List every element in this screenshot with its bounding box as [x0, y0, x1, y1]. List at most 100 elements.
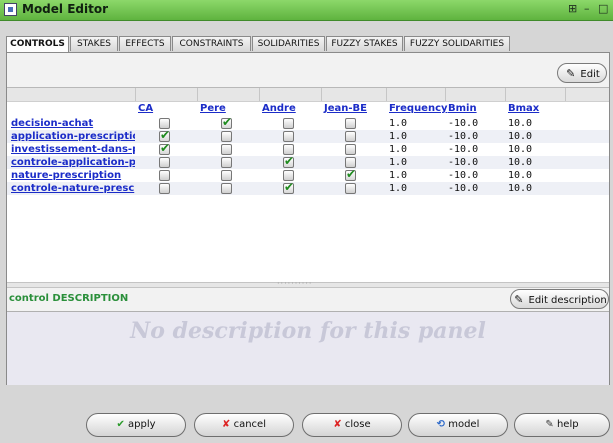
frequency-cell[interactable]: 1.0: [389, 169, 407, 182]
checkbox-pere[interactable]: [221, 183, 232, 194]
checkbox-andre[interactable]: [283, 131, 294, 142]
checkbox-jean-be[interactable]: [345, 183, 356, 194]
tab-effects[interactable]: EFFECTS: [119, 36, 171, 51]
checkbox-andre[interactable]: [283, 118, 294, 129]
col-divider: [321, 88, 322, 101]
apply-button[interactable]: ✔ apply: [86, 413, 186, 437]
edit-description-label: Edit description: [528, 295, 607, 306]
row-name-link[interactable]: application-prescription: [11, 130, 135, 143]
checkbox-ca[interactable]: [159, 183, 170, 194]
bmin-cell[interactable]: -10.0: [448, 169, 478, 182]
cross-icon: ✘: [222, 419, 231, 430]
frequency-cell[interactable]: 1.0: [389, 156, 407, 169]
controls-panel: ✎ Edit CA Pere Andre Jean-BE Frequency B…: [6, 52, 610, 385]
maximize-icon[interactable]: □: [598, 2, 608, 15]
table-row[interactable]: nature-prescription 1.0 -10.0 10.0: [7, 167, 609, 182]
col-divider: [259, 88, 260, 101]
bmin-cell[interactable]: -10.0: [448, 156, 478, 169]
col-header-frequency[interactable]: Frequency: [389, 103, 448, 114]
bmin-cell[interactable]: -10.0: [448, 143, 478, 156]
cross-icon: ✘: [333, 419, 342, 430]
frequency-cell[interactable]: 1.0: [389, 182, 407, 195]
col-header-jean-be[interactable]: Jean-BE: [324, 103, 367, 114]
table-row[interactable]: investissement-dans-pri 1.0 -10.0 10.0: [7, 141, 609, 156]
bmax-cell[interactable]: 10.0: [508, 182, 532, 195]
fullscreen-icon[interactable]: ⊞: [568, 2, 577, 15]
checkbox-pere[interactable]: [221, 170, 232, 181]
app-icon: [4, 3, 17, 16]
edit-button[interactable]: ✎ Edit: [557, 63, 607, 83]
checkbox-jean-be[interactable]: [345, 131, 356, 142]
checkbox-andre[interactable]: [283, 154, 294, 168]
col-header-ca[interactable]: CA: [138, 103, 153, 114]
checkbox-pere[interactable]: [221, 144, 232, 155]
col-header-bmin[interactable]: Bmin: [448, 103, 477, 114]
controls-table: CA Pere Andre Jean-BE Frequency Bmin Bma…: [7, 87, 609, 283]
checkbox-pere[interactable]: [221, 131, 232, 142]
checkbox-jean-be[interactable]: [345, 144, 356, 155]
description-placeholder: No description for this panel: [130, 318, 486, 344]
window-title: Model Editor: [22, 2, 109, 16]
checkbox-jean-be[interactable]: [345, 118, 356, 129]
tab-fuzzy-stakes[interactable]: FUZZY STAKES: [326, 36, 403, 51]
table-row[interactable]: controle-nature-presc 1.0 -10.0 10.0: [7, 180, 609, 195]
description-area[interactable]: No description for this panel: [7, 311, 609, 385]
col-divider: [505, 88, 506, 101]
checkbox-pere[interactable]: [221, 115, 232, 129]
table-row[interactable]: controle-application-pre 1.0 -10.0 10.0: [7, 154, 609, 169]
tab-constraints[interactable]: CONSTRAINTS: [172, 36, 251, 51]
action-bar: ✔ apply ✘ cancel ✘ close ⟲ model ✎ help: [0, 400, 613, 443]
tab-solidarities[interactable]: SOLIDARITIES: [252, 36, 325, 51]
col-header-pere[interactable]: Pere: [200, 103, 226, 114]
frequency-cell[interactable]: 1.0: [389, 130, 407, 143]
table-row[interactable]: decision-achat 1.0 -10.0 10.0: [7, 115, 609, 130]
col-header-bmax[interactable]: Bmax: [508, 103, 539, 114]
minimize-icon[interactable]: –: [584, 2, 590, 15]
bmin-cell[interactable]: -10.0: [448, 117, 478, 130]
edit-icon: ✎: [566, 67, 576, 80]
checkbox-jean-be[interactable]: [345, 167, 356, 181]
row-name-link[interactable]: investissement-dans-pri: [11, 143, 135, 156]
bmax-cell[interactable]: 10.0: [508, 169, 532, 182]
checkbox-ca[interactable]: [159, 141, 170, 155]
table-row[interactable]: application-prescription 1.0 -10.0 10.0: [7, 128, 609, 143]
frequency-cell[interactable]: 1.0: [389, 143, 407, 156]
bmax-cell[interactable]: 10.0: [508, 130, 532, 143]
panel-toolbar: ✎ Edit: [7, 53, 609, 87]
cancel-button[interactable]: ✘ cancel: [194, 413, 294, 437]
bmin-cell[interactable]: -10.0: [448, 182, 478, 195]
bmax-cell[interactable]: 10.0: [508, 117, 532, 130]
checkmark-icon: ✔: [116, 419, 125, 430]
row-name-link[interactable]: controle-nature-presc: [11, 182, 135, 195]
edit-icon: ✎: [514, 293, 524, 306]
bmin-cell[interactable]: -10.0: [448, 130, 478, 143]
checkbox-pere[interactable]: [221, 157, 232, 168]
checkbox-andre[interactable]: [283, 180, 294, 194]
splitter-grip-icon: ··········: [277, 279, 313, 288]
checkbox-ca[interactable]: [159, 157, 170, 168]
apply-button-label: apply: [128, 419, 156, 430]
close-button[interactable]: ✘ close: [302, 413, 402, 437]
col-divider: [135, 88, 136, 101]
tab-stakes[interactable]: STAKES: [70, 36, 118, 51]
row-name-link[interactable]: decision-achat: [11, 117, 135, 130]
bmax-cell[interactable]: 10.0: [508, 143, 532, 156]
edit-button-label: Edit: [580, 69, 600, 80]
row-name-link[interactable]: controle-application-pre: [11, 156, 135, 169]
bmax-cell[interactable]: 10.0: [508, 156, 532, 169]
cancel-button-label: cancel: [233, 419, 266, 430]
checkbox-ca[interactable]: [159, 170, 170, 181]
pencil-icon: ✎: [545, 419, 554, 430]
col-header-andre[interactable]: Andre: [262, 103, 296, 114]
close-button-label: close: [344, 419, 371, 430]
help-button[interactable]: ✎ help: [514, 413, 610, 437]
model-button[interactable]: ⟲ model: [408, 413, 508, 437]
tab-fuzzy-solidarities[interactable]: FUZZY SOLIDARITIES: [404, 36, 510, 51]
col-divider: [445, 88, 446, 101]
tab-controls[interactable]: CONTROLS: [6, 36, 69, 52]
col-divider: [386, 88, 387, 101]
row-name-link[interactable]: nature-prescription: [11, 169, 135, 182]
edit-description-button[interactable]: ✎ Edit description: [510, 289, 609, 309]
model-icon: ⟲: [436, 419, 446, 430]
frequency-cell[interactable]: 1.0: [389, 117, 407, 130]
